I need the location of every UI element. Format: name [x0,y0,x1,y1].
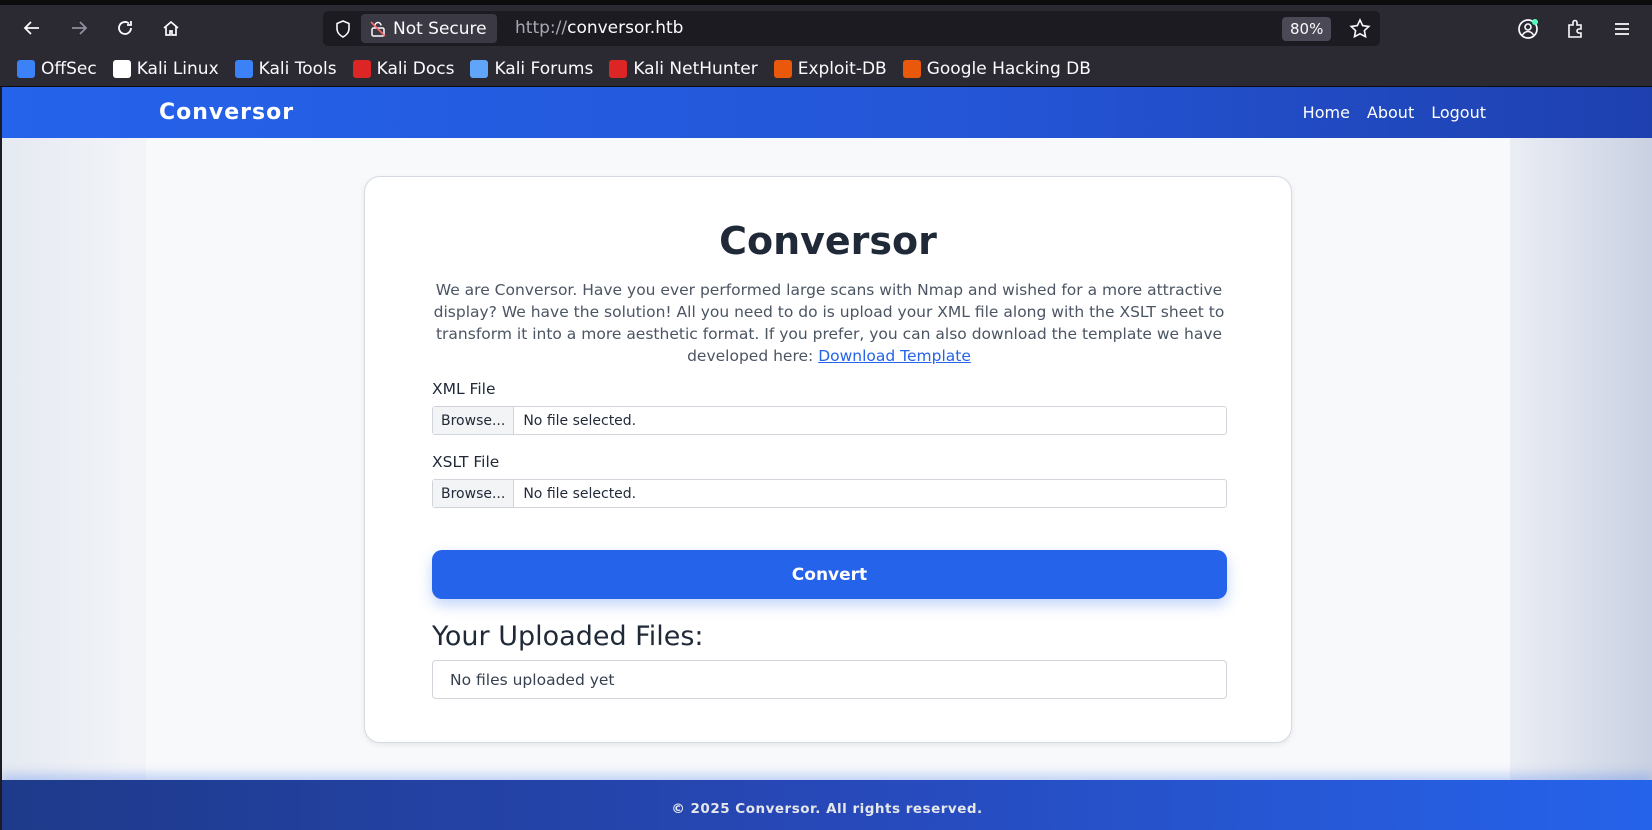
extensions-icon[interactable] [1564,17,1588,41]
intro-text: We are Conversor. Have you ever performe… [427,279,1231,367]
ghdb-icon [902,59,921,78]
xslt-browse-button[interactable]: Browse... [433,480,515,507]
bookmark-label: Kali Tools [258,58,337,79]
url-protocol: http:// [515,18,568,38]
xml-browse-button[interactable]: Browse... [433,407,515,434]
reload-button[interactable] [110,13,140,43]
forward-arrow-icon [72,21,88,35]
xslt-file-input[interactable]: Browse... No file selected. [432,479,1227,508]
site-brand[interactable]: Conversor [159,100,294,125]
bookmark-label: Kali NetHunter [633,58,758,79]
footer-copyright: © 2025 Conversor. All rights reserved. [671,801,983,817]
browser-toolbar: Not Secure http://conversor.htb 80% [0,5,1652,51]
download-template-link[interactable]: Download Template [818,347,971,365]
bookmark-label: OffSec [41,58,97,79]
url-bar[interactable]: Not Secure http://conversor.htb 80% [323,11,1380,46]
xml-file-status: No file selected. [523,412,637,429]
uploaded-files-heading: Your Uploaded Files: [432,621,704,652]
reload-icon [118,21,132,35]
exploit-db-icon [773,59,792,78]
bookmark-item[interactable]: Kali Docs [352,58,455,79]
bookmark-label: Kali Linux [136,58,219,79]
kali-dragon-icon [112,59,131,78]
page-title: Conversor [719,219,937,263]
bookmark-item[interactable]: Google Hacking DB [902,58,1091,79]
offsec-icon [17,59,35,78]
home-icon [163,20,179,36]
bookmark-label: Exploit-DB [797,58,887,79]
bookmark-item[interactable]: OffSec [17,59,97,79]
bookmark-item[interactable]: Kali Forums [470,59,593,79]
nav-about-link[interactable]: About [1367,103,1414,122]
bookmark-label: Kali Docs [376,58,455,79]
nav-logout-link[interactable]: Logout [1431,103,1486,122]
kali-docs-icon [352,59,371,78]
bookmark-label: Google Hacking DB [926,58,1091,79]
security-label: Not Secure [393,18,487,39]
converter-card: Conversor We are Conversor. Have you eve… [364,176,1292,743]
site-nav: Home About Logout [1303,103,1486,122]
url-text[interactable]: http://conversor.htb [515,18,683,38]
back-button[interactable] [17,13,47,43]
nav-home-link[interactable]: Home [1303,103,1350,122]
zoom-level[interactable]: 80% [1282,17,1332,41]
bookmark-item[interactable]: Kali Tools [234,58,337,79]
web-page: Conversor Home About Logout Conversor We… [2,87,1652,830]
not-secure-badge[interactable]: Not Secure [361,14,497,43]
bookmark-item[interactable]: Exploit-DB [773,58,887,79]
forward-button[interactable] [64,13,94,43]
menu-icon[interactable] [1610,17,1634,41]
kali-nethunter-icon [609,59,628,78]
site-header: Conversor Home About Logout [2,87,1652,138]
bookmark-item[interactable]: Kali Linux [112,58,219,79]
bookmark-label: Kali Forums [494,58,594,79]
account-icon[interactable] [1516,17,1540,41]
xml-file-input[interactable]: Browse... No file selected. [432,406,1227,435]
uploaded-files-list: No files uploaded yet [432,660,1227,699]
shield-icon[interactable] [333,19,353,39]
broken-lock-icon [370,20,386,37]
kali-forums-icon [470,59,489,78]
kali-tools-icon [234,59,253,78]
xslt-file-status: No file selected. [523,485,637,502]
convert-button[interactable]: Convert [432,550,1227,599]
bookmarks-bar: OffSec Kali Linux Kali Tools Kali Docs Kali … [0,51,1652,87]
back-arrow-icon [23,21,39,35]
url-host: conversor.htb [567,18,684,38]
bookmark-item[interactable]: Kali NetHunter [609,58,758,79]
site-footer: © 2025 Conversor. All rights reserved. [2,780,1652,830]
home-button[interactable] [156,13,186,43]
xslt-file-label: XSLT File [432,453,500,471]
bookmark-star-icon[interactable] [1348,17,1372,41]
xml-file-label: XML File [432,380,496,398]
